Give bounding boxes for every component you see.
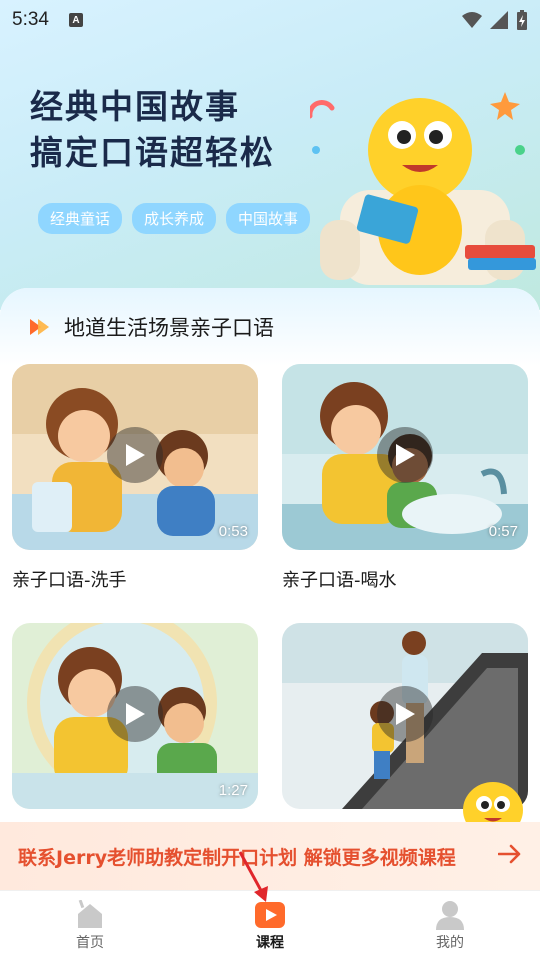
- play-icon: [396, 444, 415, 466]
- video-duration: 0:57: [488, 523, 518, 540]
- play-button[interactable]: [107, 427, 163, 483]
- pointer-arrow-icon: [238, 851, 268, 902]
- video-duration: 0:53: [218, 523, 248, 540]
- play-icon: [396, 703, 415, 725]
- video-thumbnail[interactable]: 0:57: [282, 364, 528, 550]
- nav-label-home: 首页: [76, 934, 104, 951]
- content-panel: 地道生活场景亲子口语 0:53 亲子口语-洗手 0:57 亲子口语-喝水 1:2…: [0, 288, 540, 848]
- video-card[interactable]: 0:57 亲子口语-喝水: [282, 364, 528, 592]
- section-header: 地道生活场景亲子口语: [0, 288, 540, 366]
- play-icon: [126, 703, 145, 725]
- hero-title: 经典中国故事 搞定口语超轻松: [30, 84, 275, 176]
- video-duration: 1:27: [218, 782, 248, 799]
- hero-tags: 经典童话 成长养成 中国故事: [38, 203, 311, 234]
- hero-banner[interactable]: 经典中国故事 搞定口语超轻松 经典童话 成长养成 中国故事: [0, 0, 540, 310]
- video-card[interactable]: 0:53 亲子口语-洗手: [12, 364, 258, 592]
- play-button[interactable]: [377, 686, 433, 742]
- notification-a-icon: A: [68, 13, 83, 27]
- video-thumbnail[interactable]: 1:27: [12, 623, 258, 809]
- play-button[interactable]: [377, 427, 433, 483]
- section-title: 地道生活场景亲子口语: [64, 316, 274, 340]
- wifi-icon: [462, 12, 482, 28]
- signal-icon: [490, 11, 508, 29]
- play-button[interactable]: [107, 686, 163, 742]
- video-thumbnail[interactable]: 0:53: [12, 364, 258, 550]
- video-title[interactable]: 亲子口语-洗手: [12, 566, 258, 592]
- nav-profile[interactable]: 我的: [360, 891, 540, 960]
- status-icons: [462, 10, 528, 30]
- nav-label-profile: 我的: [436, 934, 464, 951]
- video-card[interactable]: 1:27: [12, 623, 258, 809]
- hero-title-line1: 经典中国故事: [30, 87, 240, 126]
- hero-title-line2: 搞定口语超轻松: [30, 133, 275, 172]
- nav-label-course: 课程: [256, 934, 284, 951]
- hero-tag: 成长养成: [132, 203, 217, 234]
- arrow-right-icon[interactable]: [498, 844, 522, 864]
- mascot-illustration: [310, 92, 536, 285]
- hero-tag: 经典童话: [38, 203, 123, 234]
- play-arrows-icon: [30, 319, 49, 335]
- status-time: 5:34: [12, 9, 49, 30]
- video-title[interactable]: 亲子口语-喝水: [282, 566, 528, 592]
- status-bar: 5:34 A: [0, 0, 540, 40]
- play-icon: [126, 444, 145, 466]
- home-icon: [78, 899, 102, 928]
- hero-tag: 中国故事: [226, 203, 311, 234]
- mascot-peek-icon: [463, 782, 523, 830]
- battery-icon: [517, 10, 527, 30]
- nav-home[interactable]: 首页: [0, 891, 180, 960]
- profile-icon: [436, 900, 464, 930]
